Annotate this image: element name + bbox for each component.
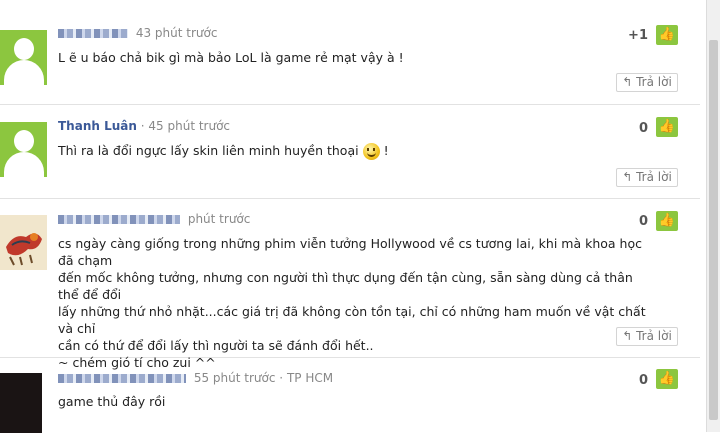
scrollbar-thumb[interactable]	[709, 40, 718, 420]
reply-button[interactable]: ↰ Trả lời	[616, 168, 678, 187]
comment-item: Thanh Luân · 45 phút trước Thì ra là đổi…	[0, 105, 700, 199]
avatar[interactable]	[0, 122, 47, 177]
scrollbar[interactable]	[706, 0, 720, 432]
comment-text: cs ngày càng giống trong những phim viễn…	[58, 235, 648, 371]
blurred-username[interactable]	[58, 215, 180, 224]
comment-meta: 43 phút trước	[58, 26, 217, 40]
comment-time: phút trước	[187, 212, 251, 226]
thumbs-up-icon: 👍	[658, 119, 676, 134]
comment-text-body: Thì ra là đổi ngực lấy skin liên minh hu…	[58, 143, 359, 158]
avatar[interactable]	[0, 215, 47, 270]
reply-button[interactable]: ↰ Trả lời	[616, 73, 678, 92]
comment-item: 43 phút trước L ẽ u báo chả bik gì mà bả…	[0, 0, 700, 105]
comment-meta: Thanh Luân · 45 phút trước	[58, 119, 231, 133]
reply-arrow-icon: ↰	[622, 75, 633, 89]
like-button[interactable]: 👍	[656, 211, 678, 231]
avatar[interactable]	[0, 373, 42, 433]
comment-item: phút trước cs ngày càng giống trong nhữn…	[0, 199, 700, 370]
reply-arrow-icon: ↰	[622, 170, 633, 184]
reply-label: Trả lời	[636, 329, 672, 343]
avatar-image	[0, 215, 47, 270]
reply-label: Trả lời	[636, 170, 672, 184]
comment-text: L ẽ u báo chả bik gì mà bảo LoL là game …	[58, 50, 404, 65]
smiley-icon	[362, 143, 380, 160]
like-button[interactable]: 👍	[656, 369, 678, 389]
reply-arrow-icon: ↰	[622, 329, 633, 343]
thumbs-up-icon: 👍	[658, 213, 676, 228]
like-button[interactable]: 👍	[656, 25, 678, 45]
comment-line: đến mốc không tưởng, nhưng con người thì…	[58, 270, 633, 302]
comment-author[interactable]: Thanh Luân	[58, 119, 137, 133]
comment-line: lấy những thứ nhỏ nhặt...các giá trị đã …	[58, 304, 646, 336]
comment-time: 45 phút trước	[148, 119, 231, 133]
like-count: 0	[638, 373, 648, 388]
comment-line: cs ngày càng giống trong những phim viễn…	[58, 236, 642, 268]
comment-time: 43 phút trước	[135, 26, 218, 40]
like-count: +1	[628, 28, 648, 43]
like-count: 0	[638, 214, 648, 229]
comment-location: TP HCM	[286, 371, 334, 385]
comment-text-end: !	[383, 143, 389, 158]
reply-label: Trả lời	[636, 75, 672, 89]
comment-item: 55 phút trước · TP HCM game thủ đây rồi …	[0, 358, 700, 433]
comment-text: game thủ đây rồi	[58, 394, 166, 409]
like-count: 0	[638, 121, 648, 136]
comment-time: 55 phút trước	[193, 371, 276, 385]
avatar[interactable]	[0, 30, 47, 85]
thumbs-up-icon: 👍	[658, 27, 676, 42]
reply-button[interactable]: ↰ Trả lời	[616, 327, 678, 346]
like-button[interactable]: 👍	[656, 117, 678, 137]
comment-meta: phút trước	[58, 212, 250, 226]
comment-text: Thì ra là đổi ngực lấy skin liên minh hu…	[58, 142, 648, 160]
comment-meta: 55 phút trước · TP HCM	[58, 371, 333, 385]
comment-line: cần có thứ để đổi lấy thì người ta sẽ đá…	[58, 338, 374, 353]
blurred-username[interactable]	[58, 29, 128, 38]
thumbs-up-icon: 👍	[658, 371, 676, 386]
blurred-username[interactable]	[58, 374, 186, 383]
